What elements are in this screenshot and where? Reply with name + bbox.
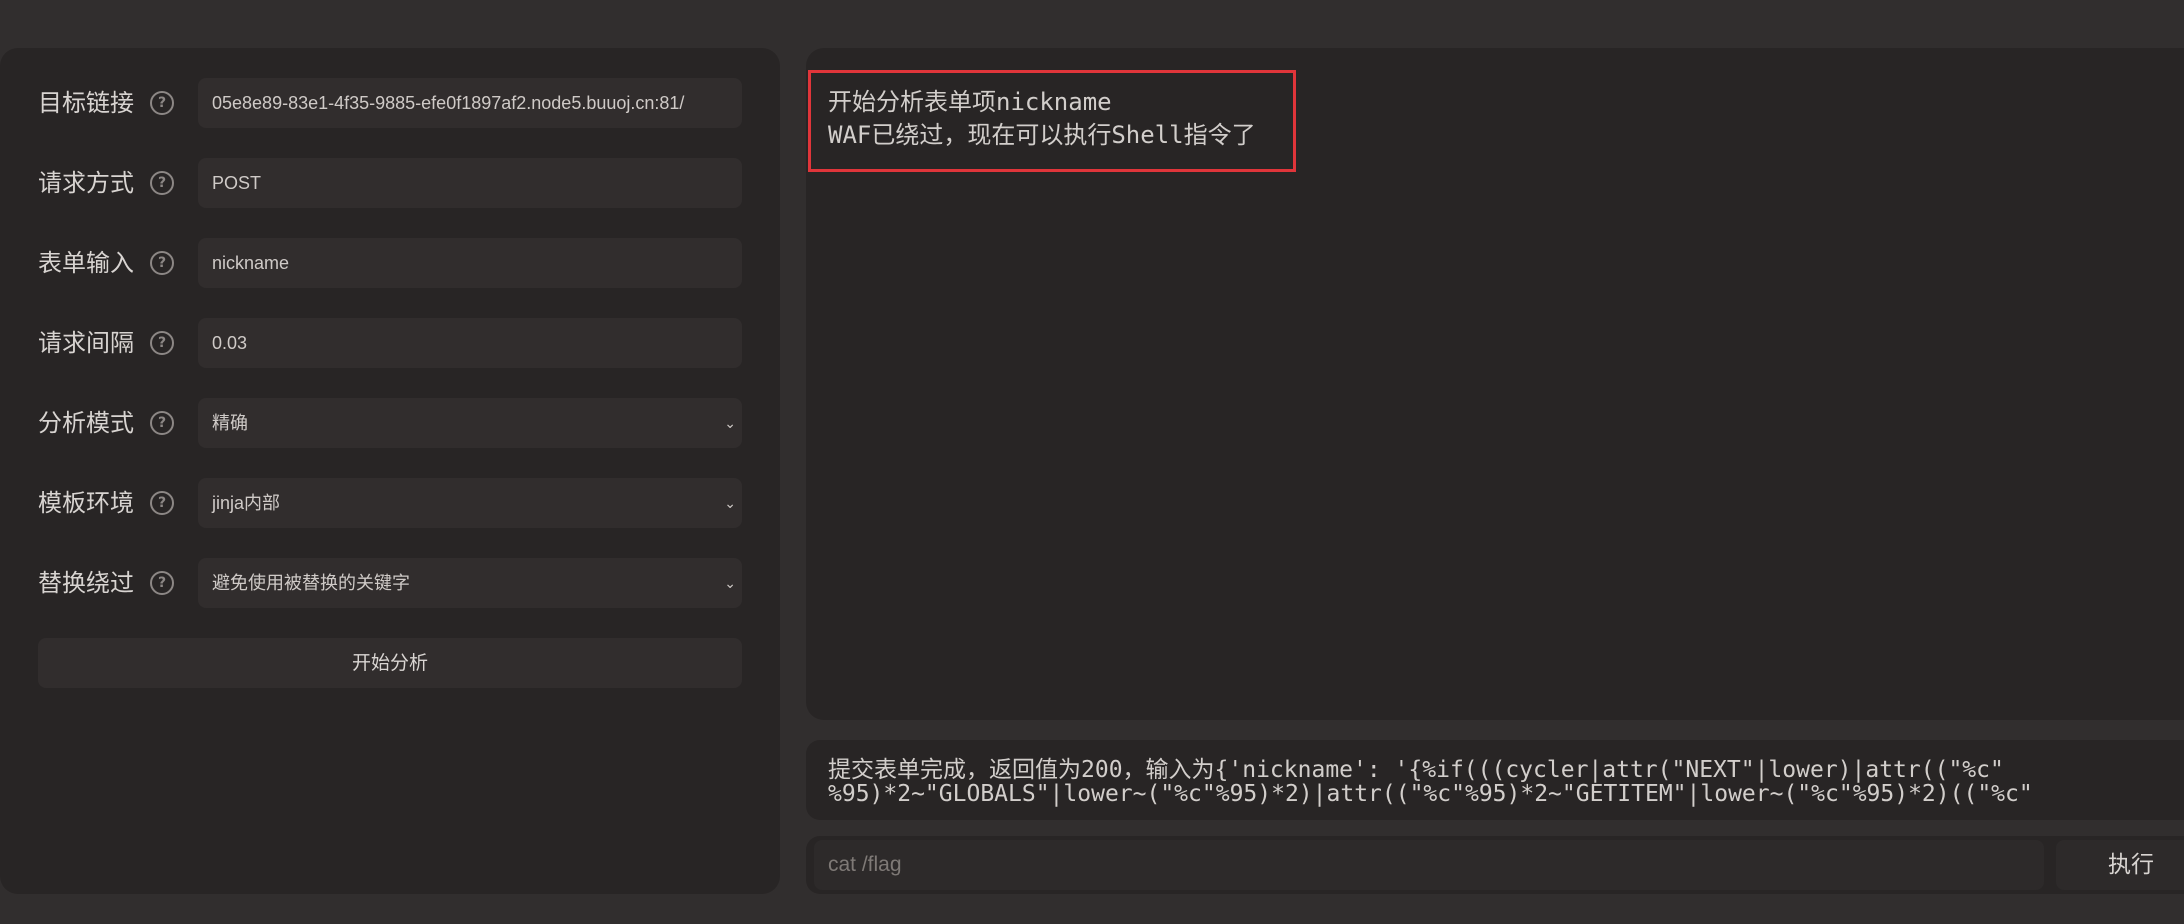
- command-bar: 执行: [806, 836, 2184, 894]
- mode-select[interactable]: 精确 ⌄: [198, 398, 742, 448]
- target-url-input[interactable]: 05e8e89-83e1-4f35-9885-efe0f1897af2.node…: [198, 78, 742, 128]
- help-icon[interactable]: ?: [150, 411, 174, 435]
- log-line: 提交表单完成，返回值为200，输入为{'nickname': '{%if(((c…: [828, 757, 2004, 783]
- template-env-row: 模板环境 ? jinja内部 ⌄: [38, 478, 742, 528]
- interval-label: 请求间隔: [38, 329, 134, 357]
- interval-row: 请求间隔 ? 0.03: [38, 318, 742, 368]
- chevron-down-icon: ⌄: [724, 575, 736, 591]
- method-input[interactable]: POST: [198, 158, 742, 208]
- mode-select-value: 精确: [212, 413, 248, 433]
- template-env-select[interactable]: jinja内部 ⌄: [198, 478, 742, 528]
- replace-bypass-select-value: 避免使用被替换的关键字: [212, 573, 410, 593]
- replace-bypass-row: 替换绕过 ? 避免使用被替换的关键字 ⌄: [38, 558, 742, 608]
- form-input-label: 表单输入: [38, 249, 134, 277]
- method-label: 请求方式: [38, 169, 134, 197]
- output-line: WAF已绕过，现在可以执行Shell指令了: [828, 121, 1256, 149]
- command-input[interactable]: [814, 840, 2044, 890]
- help-icon[interactable]: ?: [150, 571, 174, 595]
- mode-label: 分析模式: [38, 409, 134, 437]
- help-icon[interactable]: ?: [150, 171, 174, 195]
- interval-input[interactable]: 0.03: [198, 318, 742, 368]
- help-icon[interactable]: ?: [150, 331, 174, 355]
- target-url-row: 目标链接 ? 05e8e89-83e1-4f35-9885-efe0f1897a…: [38, 78, 742, 128]
- template-env-label: 模板环境: [38, 489, 134, 517]
- form-input-row: 表单输入 ? nickname: [38, 238, 742, 288]
- replace-bypass-label: 替换绕过: [38, 569, 134, 597]
- help-icon[interactable]: ?: [150, 251, 174, 275]
- chevron-down-icon: ⌄: [724, 415, 736, 431]
- help-icon[interactable]: ?: [150, 491, 174, 515]
- output-line: 开始分析表单项nickname: [828, 88, 1112, 116]
- target-url-label: 目标链接: [38, 89, 134, 117]
- execute-button[interactable]: 执行: [2056, 840, 2184, 890]
- form-input-field[interactable]: nickname: [198, 238, 742, 288]
- template-env-select-value: jinja内部: [212, 493, 281, 513]
- replace-bypass-select[interactable]: 避免使用被替换的关键字 ⌄: [198, 558, 742, 608]
- log-panel: 提交表单完成，返回值为200，输入为{'nickname': '{%if(((c…: [806, 740, 2184, 820]
- help-icon[interactable]: ?: [150, 91, 174, 115]
- mode-row: 分析模式 ? 精确 ⌄: [38, 398, 742, 448]
- log-line: %95)*2~"GLOBALS"|lower~("%c"%95)*2)|attr…: [828, 781, 2033, 807]
- start-analysis-button[interactable]: 开始分析: [38, 638, 742, 688]
- method-row: 请求方式 ? POST: [38, 158, 742, 208]
- chevron-down-icon: ⌄: [724, 495, 736, 511]
